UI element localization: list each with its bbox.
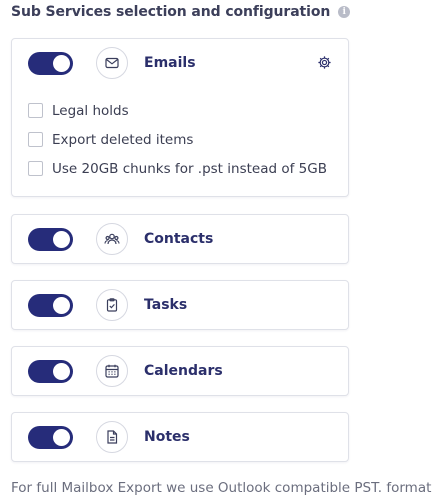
- calendar-icon: [96, 355, 128, 387]
- email-options: Legal holds Export deleted items Use 20G…: [28, 96, 327, 183]
- gear-icon[interactable]: [317, 55, 332, 70]
- service-card-contacts: Contacts: [11, 214, 349, 264]
- people-icon: [96, 223, 128, 255]
- note-icon: [96, 421, 128, 453]
- option-20gb-chunks[interactable]: Use 20GB chunks for .pst instead of 5GB: [28, 154, 327, 183]
- toggle-knob: [53, 363, 70, 380]
- toggle-knob: [53, 231, 70, 248]
- service-card-tasks: Tasks: [11, 280, 349, 330]
- clipboard-check-icon: [96, 289, 128, 321]
- option-label: Legal holds: [52, 102, 129, 119]
- toggle-knob: [53, 429, 70, 446]
- toggle-knob: [53, 297, 70, 314]
- envelope-icon: [96, 47, 128, 79]
- option-label: Export deleted items: [52, 131, 194, 148]
- contacts-toggle[interactable]: [28, 228, 73, 251]
- calendars-toggle[interactable]: [28, 360, 73, 383]
- tasks-toggle[interactable]: [28, 294, 73, 317]
- service-label-notes: Notes: [144, 429, 190, 445]
- service-card-notes: Notes: [11, 412, 349, 462]
- service-card-calendars: Calendars: [11, 346, 349, 396]
- section-header: Sub Services selection and configuration…: [11, 2, 351, 22]
- 20gb-chunks-checkbox[interactable]: [28, 161, 43, 176]
- section-title: Sub Services selection and configuration: [11, 4, 331, 20]
- service-label-tasks: Tasks: [144, 297, 188, 313]
- footer-note: For full Mailbox Export we use Outlook c…: [11, 480, 432, 496]
- export-deleted-items-checkbox[interactable]: [28, 132, 43, 147]
- service-label-contacts: Contacts: [144, 231, 214, 247]
- option-export-deleted-items[interactable]: Export deleted items: [28, 125, 327, 154]
- info-icon[interactable]: i: [338, 6, 351, 18]
- service-label-calendars: Calendars: [144, 363, 223, 379]
- legal-holds-checkbox[interactable]: [28, 103, 43, 118]
- notes-toggle[interactable]: [28, 426, 73, 449]
- option-label: Use 20GB chunks for .pst instead of 5GB: [52, 160, 327, 177]
- option-legal-holds[interactable]: Legal holds: [28, 96, 327, 125]
- emails-toggle[interactable]: [28, 52, 73, 75]
- service-label-emails: Emails: [144, 55, 196, 71]
- toggle-knob: [53, 55, 70, 72]
- service-card-emails: Emails Legal holds Export deleted items …: [11, 38, 349, 197]
